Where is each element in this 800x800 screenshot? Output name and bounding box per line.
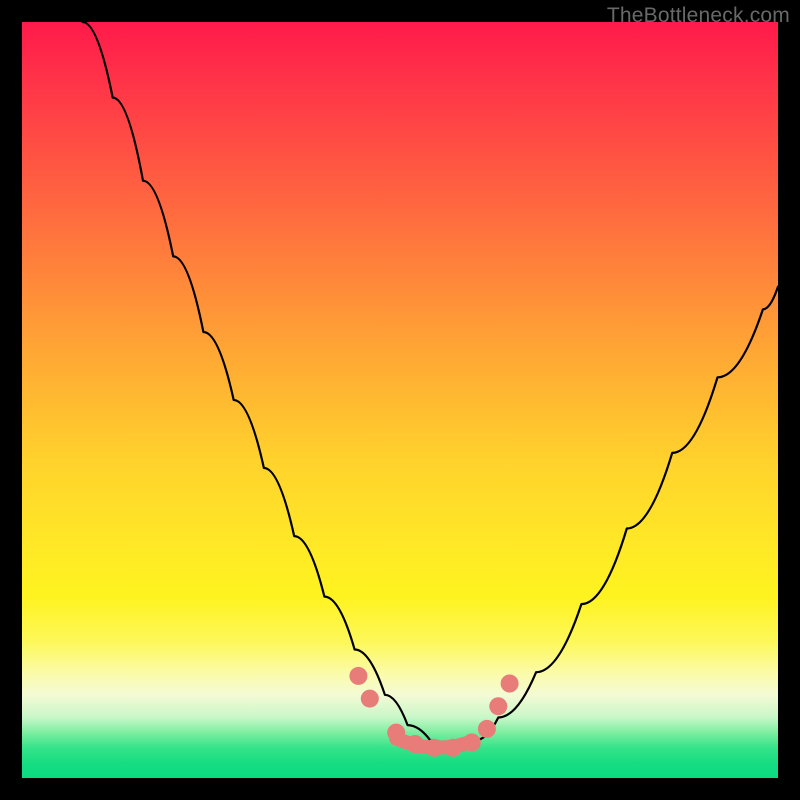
- marker-dot: [361, 690, 379, 708]
- marker-dot: [349, 667, 367, 685]
- marker-dot: [489, 697, 507, 715]
- bottleneck-curve: [22, 22, 778, 778]
- plot-area: [22, 22, 778, 778]
- marker-dot: [444, 739, 462, 757]
- sweet-spot-markers: [349, 667, 518, 757]
- marker-dot: [406, 735, 424, 753]
- chart-frame: TheBottleneck.com: [0, 0, 800, 800]
- marker-dot: [463, 734, 481, 752]
- watermark-text: TheBottleneck.com: [607, 4, 790, 28]
- marker-dot: [425, 739, 443, 757]
- marker-dot: [501, 675, 519, 693]
- marker-dot: [478, 720, 496, 738]
- marker-dot: [387, 724, 405, 742]
